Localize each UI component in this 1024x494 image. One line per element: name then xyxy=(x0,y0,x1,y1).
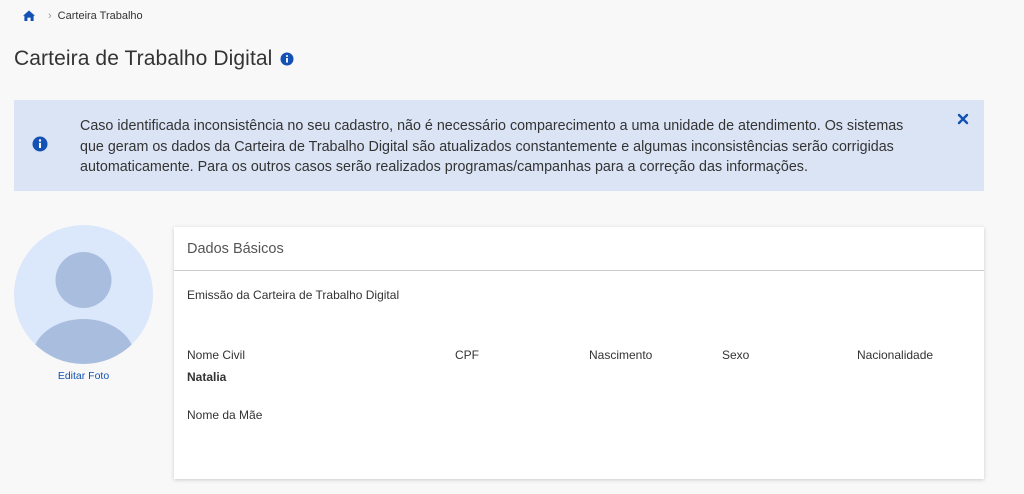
breadcrumb-current: Carteira Trabalho xyxy=(57,10,143,22)
label-cpf: CPF xyxy=(455,348,479,362)
label-nome-civil: Nome Civil xyxy=(187,348,246,362)
label-nascimento: Nascimento xyxy=(589,348,653,362)
info-icon xyxy=(32,136,48,152)
basic-data-card: Dados Básicos Emissão da Carteira de Tra… xyxy=(174,227,984,479)
user-silhouette-icon xyxy=(32,252,135,364)
page-header: Carteira de Trabalho Digital xyxy=(14,47,294,71)
page-title: Carteira de Trabalho Digital xyxy=(14,47,273,70)
home-icon[interactable] xyxy=(22,9,36,23)
card-header: Dados Básicos xyxy=(174,227,984,271)
alert-message: Caso identificada inconsistência no seu … xyxy=(80,118,904,175)
chevron-right-icon: › xyxy=(48,10,52,22)
card-title: Dados Básicos xyxy=(187,240,284,257)
info-icon[interactable] xyxy=(280,52,294,66)
avatar xyxy=(14,225,153,364)
profile-photo-section: Editar Foto xyxy=(14,225,153,382)
label-nacionalidade: Nacionalidade xyxy=(857,348,934,362)
value-nome-civil: Natalia xyxy=(187,370,227,384)
close-icon[interactable] xyxy=(956,112,970,126)
card-subtitle: Emissão da Carteira de Trabalho Digital xyxy=(187,288,400,302)
label-nome-mae: Nome da Mãe xyxy=(187,408,263,422)
breadcrumb: › Carteira Trabalho xyxy=(22,8,143,24)
info-alert: Caso identificada inconsistência no seu … xyxy=(14,100,984,191)
label-sexo: Sexo xyxy=(722,348,750,362)
edit-photo-link[interactable]: Editar Foto xyxy=(14,370,153,382)
